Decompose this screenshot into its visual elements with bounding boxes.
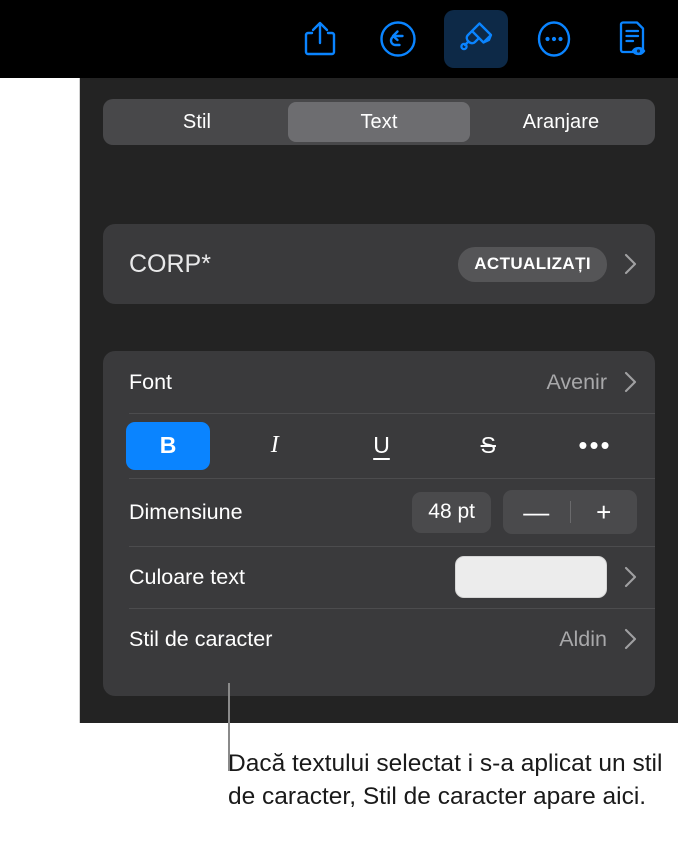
update-style-button[interactable]: ACTUALIZAȚI	[458, 246, 607, 282]
font-label: Font	[129, 369, 173, 394]
undo-button[interactable]	[366, 10, 430, 68]
font-size-decrement-button[interactable]: —	[503, 490, 570, 534]
bold-button[interactable]: B	[126, 421, 210, 470]
paragraph-style-row[interactable]: CORP* ACTUALIZAȚI	[103, 224, 655, 304]
character-style-row[interactable]: Stil de caracter Aldin	[103, 608, 655, 670]
font-size-increment-button[interactable]: +	[571, 490, 638, 534]
tab-text[interactable]: Text	[288, 102, 470, 142]
format-inspector-panel: Stil Text Aranjare STIL DE PARAGRAF CORP…	[80, 78, 678, 723]
font-value: Avenir	[546, 369, 607, 394]
document-canvas-strip	[0, 78, 80, 723]
paragraph-style-name: CORP*	[129, 249, 211, 278]
text-style-buttons-row: B I U S •••	[103, 413, 655, 478]
share-icon	[301, 19, 339, 59]
undo-icon	[378, 19, 418, 59]
underline-button[interactable]: U	[340, 422, 424, 470]
format-brush-button[interactable]	[444, 10, 508, 68]
more-options-button[interactable]	[522, 10, 586, 68]
paragraph-style-card: CORP* ACTUALIZAȚI	[103, 224, 655, 304]
text-color-swatch[interactable]	[455, 556, 607, 598]
text-options-card: Font Avenir B I U S ••• Dimensiune 48 pt…	[103, 351, 655, 696]
document-view-button[interactable]	[600, 10, 664, 68]
font-size-stepper: — +	[503, 490, 637, 534]
tab-stil[interactable]: Stil	[106, 102, 288, 142]
brush-icon	[456, 18, 496, 60]
share-button[interactable]	[288, 10, 352, 68]
font-size-label: Dimensiune	[129, 499, 243, 524]
chevron-right-icon	[623, 627, 637, 651]
italic-button[interactable]: I	[233, 422, 317, 470]
document-view-icon	[613, 18, 651, 60]
font-size-row: Dimensiune 48 pt — +	[103, 478, 655, 546]
text-color-row[interactable]: Culoare text	[103, 546, 655, 608]
callout-text: Dacă textului selectat i s-a aplicat un …	[228, 750, 663, 810]
font-row[interactable]: Font Avenir	[103, 351, 655, 413]
more-icon	[534, 18, 574, 60]
top-toolbar	[0, 0, 678, 78]
text-color-label: Culoare text	[129, 564, 245, 589]
chevron-right-icon	[623, 565, 637, 589]
more-text-styles-button[interactable]: •••	[553, 422, 637, 470]
chevron-right-icon	[623, 370, 637, 394]
character-style-label: Stil de caracter	[129, 626, 273, 651]
chevron-right-icon	[623, 252, 637, 276]
app-root: Stil Text Aranjare STIL DE PARAGRAF CORP…	[0, 0, 678, 862]
tab-aranjare[interactable]: Aranjare	[470, 102, 652, 142]
font-size-field[interactable]: 48 pt	[412, 491, 491, 533]
character-style-value: Aldin	[559, 626, 607, 651]
strikethrough-button[interactable]: S	[446, 422, 530, 470]
inspector-tabs: Stil Text Aranjare	[103, 99, 655, 145]
